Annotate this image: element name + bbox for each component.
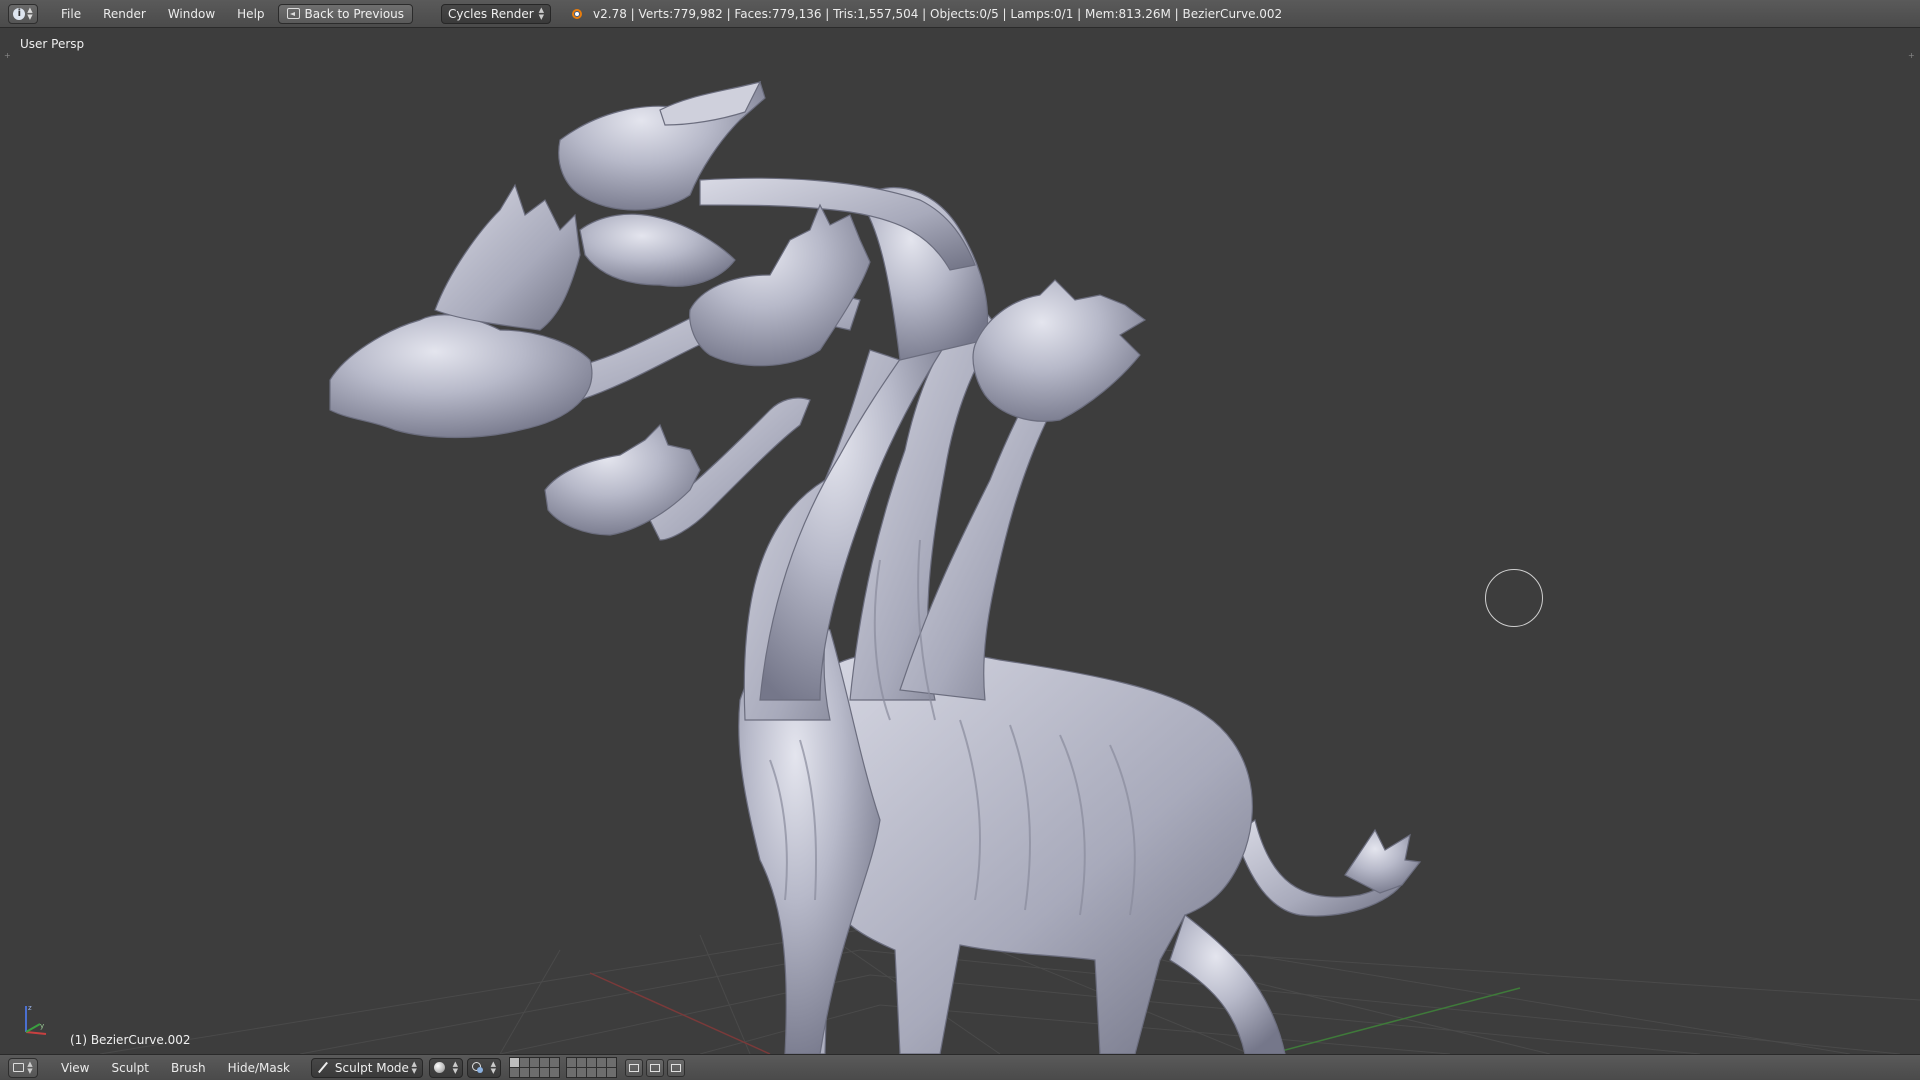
- interaction-mode-select[interactable]: Sculpt Mode ▲ ▼: [310, 1057, 423, 1078]
- y-axis-line: [1269, 987, 1521, 1054]
- pivot-point-icon: [471, 1062, 483, 1073]
- menu-sculpt[interactable]: Sculpt: [100, 1061, 159, 1075]
- view-perspective-label: User Persp: [20, 37, 85, 51]
- menu-file[interactable]: File: [50, 7, 92, 21]
- viewport-scene: [99, 80, 1920, 1054]
- pivot-point-select[interactable]: ▲ ▼: [466, 1057, 501, 1078]
- blender-window: i ▲ ▼ File Render Window Help Back to Pre…: [0, 0, 1920, 1080]
- svg-text:z: z: [28, 1004, 32, 1012]
- updown-arrows-icon: ▲ ▼: [538, 5, 545, 21]
- axis-orientation-gizmo: z y: [25, 1004, 47, 1035]
- opengl-render-button[interactable]: [645, 1058, 664, 1077]
- view3d-icon: [13, 1063, 25, 1072]
- updown-arrows-icon: ▲ ▼: [490, 1059, 496, 1075]
- camera-icon: [649, 1063, 660, 1072]
- interaction-mode-value: Sculpt Mode: [334, 1060, 409, 1075]
- lock-icon: [628, 1063, 639, 1072]
- menu-view[interactable]: View: [50, 1061, 100, 1075]
- info-header: i ▲ ▼ File Render Window Help Back to Pre…: [0, 0, 1920, 28]
- back-to-previous-label: Back to Previous: [304, 6, 405, 21]
- viewport-shading-select[interactable]: ▲ ▼: [428, 1057, 463, 1078]
- view3d-header: ▲ ▼ View Sculpt Brush Hide/Mask Sculpt Mo…: [0, 1054, 1920, 1080]
- updown-arrows-icon: ▲ ▼: [27, 5, 33, 21]
- svg-text:y: y: [40, 1022, 44, 1030]
- updown-arrows-icon: ▲ ▼: [27, 1059, 33, 1075]
- render-engine-value: Cycles Render: [448, 6, 534, 21]
- updown-arrows-icon: ▲ ▼: [452, 1059, 458, 1075]
- view3d-editor-selector[interactable]: ▲ ▼: [8, 1057, 38, 1078]
- 3d-viewport[interactable]: User Persp + + z y (1) BezierCurve.002: [0, 28, 1920, 1054]
- back-icon: [286, 8, 300, 19]
- updown-arrows-icon: ▲ ▼: [411, 1059, 417, 1075]
- sculpt-brush-cursor: [1485, 569, 1543, 627]
- hydra-sculpt-model: [329, 80, 1422, 1054]
- scene-layers: [508, 1057, 617, 1078]
- menu-render[interactable]: Render: [92, 7, 157, 21]
- view3d-menu: View Sculpt Brush Hide/Mask: [50, 1061, 301, 1075]
- main-menu: File Render Window Help: [50, 7, 276, 21]
- editor-type-selector[interactable]: i ▲ ▼: [8, 3, 38, 24]
- solid-sphere-icon: [433, 1062, 445, 1073]
- menu-window[interactable]: Window: [157, 7, 226, 21]
- active-object-label: (1) BezierCurve.002: [70, 1033, 191, 1047]
- menu-brush[interactable]: Brush: [160, 1061, 217, 1075]
- menu-help[interactable]: Help: [226, 7, 275, 21]
- region-split-widget-left[interactable]: +: [4, 52, 12, 60]
- menu-hide-mask[interactable]: Hide/Mask: [217, 1061, 301, 1075]
- back-to-previous-button[interactable]: Back to Previous: [277, 3, 414, 24]
- sculpt-brush-icon: [317, 1062, 329, 1074]
- blender-logo-icon: [569, 6, 585, 22]
- x-axis-line: [589, 972, 771, 1054]
- opengl-render-animation-button[interactable]: [666, 1058, 685, 1077]
- info-icon: i: [13, 7, 26, 20]
- scene-statistics: v2.78 | Verts:779,982 | Faces:779,136 | …: [593, 6, 1283, 21]
- layer-block-2[interactable]: [565, 1057, 617, 1078]
- lock-camera-button[interactable]: [624, 1058, 643, 1077]
- render-engine-select[interactable]: Cycles Render ▲ ▼: [441, 3, 552, 24]
- region-split-widget-right[interactable]: +: [1908, 52, 1916, 60]
- layer-block-1[interactable]: [508, 1057, 560, 1078]
- film-icon: [670, 1063, 681, 1072]
